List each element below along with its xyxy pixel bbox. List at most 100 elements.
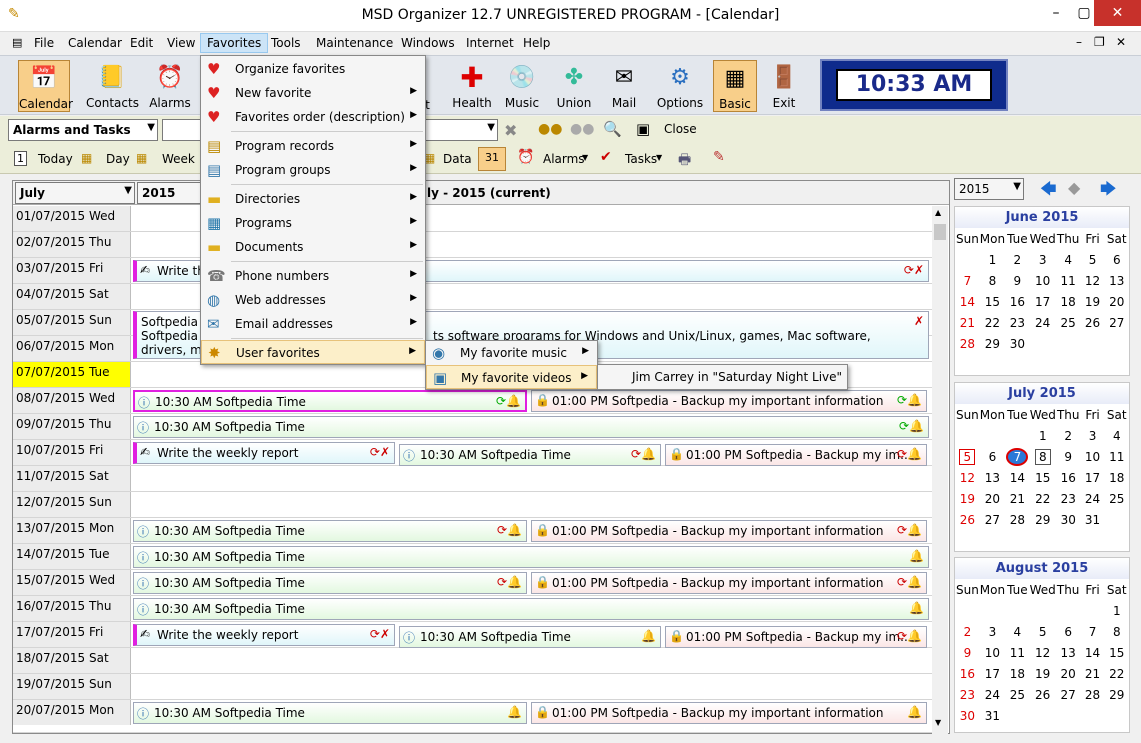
menu-my-favorite-videos[interactable]: ▣ My favorite videos ▶	[426, 365, 597, 389]
mdi-restore-button[interactable]: ❐	[1094, 35, 1105, 49]
menu-email-addresses[interactable]: ✉ Email addresses ▶	[201, 312, 425, 336]
alarm-item[interactable]: ⓘ 10:30 AM Softpedia Time 🔔	[133, 702, 527, 724]
week-button[interactable]: Week	[162, 152, 195, 166]
alarm-item[interactable]: ⓘ 10:30 AM Softpedia Time ⟳🔔	[133, 520, 527, 542]
day-row[interactable]: 19/07/2015 Sun	[13, 674, 933, 700]
scroll-thumb[interactable]	[934, 224, 946, 240]
menu-user-favorites[interactable]: ✸ User favorites ▶	[201, 340, 425, 364]
menu-organize-favorites[interactable]: ♥ Organize favorites	[201, 57, 425, 81]
union-button[interactable]: ✤ Union	[548, 60, 600, 112]
day-row[interactable]: 04/07/2015 Sat	[13, 284, 933, 310]
day-row[interactable]: 20/07/2015 Mon ⓘ 10:30 AM Softpedia Time 🔔…	[13, 700, 933, 733]
menu-web-addresses[interactable]: ◍ Web addresses ▶	[201, 288, 425, 312]
day-icon[interactable]: ▦	[81, 151, 92, 165]
vertical-scrollbar[interactable]: ▲ ▼	[932, 206, 948, 734]
day-row[interactable]: 08/07/2015 Wed ⓘ 10:30 AM Softpedia Time ⟳…	[13, 388, 933, 414]
day-row[interactable]: 01/07/2015 Wed	[13, 206, 933, 232]
task-item[interactable]: ✍ Write the weekly report ⟳✗	[133, 624, 395, 646]
alarm-item[interactable]: ⓘ 10:30 AM Softpedia Time 🔔	[133, 546, 929, 568]
day-row[interactable]: 18/07/2015 Sat	[13, 648, 933, 674]
day-row[interactable]: 11/07/2015 Sat	[13, 466, 933, 492]
magnifier-icon[interactable]: 🔍	[603, 120, 622, 138]
month-select[interactable]: July ▼	[15, 182, 135, 204]
menu-windows[interactable]: Windows	[401, 36, 455, 50]
today-date[interactable]: 7	[1005, 446, 1030, 467]
edit-icon[interactable]: ✎	[713, 149, 725, 165]
scroll-down-icon[interactable]: ▼	[935, 718, 941, 727]
menu-documents[interactable]: ▬ Documents ▶	[201, 235, 425, 259]
mail-button[interactable]: ✉ Mail	[598, 60, 650, 112]
today-button[interactable]: Today	[38, 152, 73, 166]
calendar-button[interactable]: 📅 Calendar	[18, 60, 73, 112]
day-row[interactable]: 12/07/2015 Sun	[13, 492, 933, 518]
menu-view[interactable]: View	[167, 36, 195, 50]
menu-help[interactable]: Help	[523, 36, 550, 50]
music-button[interactable]: 💿 Music	[496, 60, 548, 112]
exit-button[interactable]: 🚪 Exit	[758, 60, 810, 112]
alarm-item[interactable]: ⓘ 10:30 AM Softpedia Time ⟳🔔	[133, 416, 929, 438]
menu-edit[interactable]: Edit	[130, 36, 153, 50]
alarm-item[interactable]: 🔒 01:00 PM Softpedia - Backup my im... ⟳🔔	[665, 444, 927, 466]
day-row[interactable]: 13/07/2015 Mon ⓘ 10:30 AM Softpedia Time ⟳…	[13, 518, 933, 544]
options-button[interactable]: ⚙ Options	[654, 60, 706, 112]
week-icon[interactable]: ▦	[136, 151, 147, 165]
alarm-item[interactable]: ⓘ 10:30 AM Softpedia Time ⟳🔔	[133, 572, 527, 594]
today-icon[interactable]: 1	[14, 151, 27, 166]
menu-my-favorite-music[interactable]: ◉ My favorite music ▶	[426, 341, 597, 365]
day-row[interactable]: 17/07/2015 Fri ✍ Write the weekly report ⟳…	[13, 622, 933, 648]
next-arrow-icon[interactable]: 🡆	[1100, 178, 1117, 205]
mdi-minimize-button[interactable]: –	[1076, 35, 1082, 49]
contacts-button[interactable]: 📒 Contacts	[86, 60, 139, 112]
day-row[interactable]: 09/07/2015 Thu ⓘ 10:30 AM Softpedia Time ⟳…	[13, 414, 933, 440]
alarm-item[interactable]: 🔒 01:00 PM Softpedia - Backup my importan…	[531, 390, 927, 412]
close-label[interactable]: Close	[664, 122, 697, 136]
data-button[interactable]: Data	[443, 152, 472, 166]
alarm-item[interactable]: ⓘ 10:30 AM Softpedia Time ⟳🔔	[133, 390, 527, 412]
menu-programs[interactable]: ▦ Programs ▶	[201, 211, 425, 235]
day-row[interactable]: 16/07/2015 Thu ⓘ 10:30 AM Softpedia Time 🔔	[13, 596, 933, 622]
day-button[interactable]: Day	[106, 152, 130, 166]
alarm-item[interactable]: ⓘ 10:30 AM Softpedia Time 🔔	[399, 626, 661, 648]
alarm-item[interactable]: ⓘ 10:30 AM Softpedia Time ⟳🔔	[399, 444, 661, 466]
month-view-icon[interactable]: 31	[478, 147, 506, 171]
day-row[interactable]: 15/07/2015 Wed ⓘ 10:30 AM Softpedia Time ⟳…	[13, 570, 933, 596]
menu-tools[interactable]: Tools	[271, 36, 301, 50]
close-window-button[interactable]: ✕	[1094, 0, 1141, 26]
printer-icon[interactable]: 🖶	[678, 149, 691, 173]
menu-calendar[interactable]: Calendar	[68, 36, 122, 50]
task-check-icon[interactable]: ✔	[600, 149, 612, 165]
day-row[interactable]: 02/07/2015 Thu	[13, 232, 933, 258]
menu-video-item[interactable]: Jim Carrey in "Saturday Night Live"	[598, 365, 847, 389]
binoculars-gray-icon[interactable]: ●●	[570, 121, 594, 137]
prev-arrow-icon[interactable]: 🡄	[1040, 178, 1057, 205]
year-select[interactable]: 2015	[137, 182, 201, 204]
alarm-clock-icon[interactable]: ⏰	[517, 149, 534, 165]
close-panel-icon[interactable]: ▣	[636, 120, 650, 138]
basic-button[interactable]: ▦ Basic	[713, 60, 757, 112]
alarms-dropdown[interactable]: Alarms	[543, 152, 585, 166]
menu-internet[interactable]: Internet	[466, 36, 514, 50]
diamond-icon[interactable]: ◆	[1068, 178, 1080, 197]
day-row[interactable]: 03/07/2015 Fri ✍ Write the ⟳✗	[13, 258, 933, 284]
alarm-item[interactable]: ⓘ 10:30 AM Softpedia Time 🔔	[133, 598, 929, 620]
binoculars-icon[interactable]: ●●	[538, 121, 562, 137]
menu-favorites[interactable]: Favorites	[200, 33, 269, 53]
scroll-up-icon[interactable]: ▲	[935, 208, 941, 217]
day-row[interactable]: 10/07/2015 Fri ✍ Write the weekly report ⟳…	[13, 440, 933, 466]
alarm-item[interactable]: 🔒 01:00 PM Softpedia - Backup my importan…	[531, 702, 927, 724]
menu-new-favorite[interactable]: ♥ New favorite ▶	[201, 81, 425, 105]
alarm-item[interactable]: 🔒 01:00 PM Softpedia - Backup my importan…	[531, 520, 927, 542]
tasks-dropdown[interactable]: Tasks	[625, 152, 657, 166]
view-select[interactable]: Alarms and Tasks ▼	[8, 119, 158, 141]
menu-favorites-order[interactable]: ♥ Favorites order (description) ▶	[201, 105, 425, 129]
menu-file[interactable]: File	[34, 36, 54, 50]
menu-phone-numbers[interactable]: ☎ Phone numbers ▶	[201, 264, 425, 288]
menu-directories[interactable]: ▬ Directories ▶	[201, 187, 425, 211]
mdi-close-button[interactable]: ✕	[1116, 35, 1126, 49]
alarm-item[interactable]: 🔒 01:00 PM Softpedia - Backup my importan…	[531, 572, 927, 594]
side-year-select[interactable]: 2015 ▼	[954, 178, 1024, 200]
health-button[interactable]: ✚ Health	[446, 60, 498, 112]
task-item[interactable]: ✍ Write the weekly report ⟳✗	[133, 442, 395, 464]
doc-icon[interactable]: ▤	[12, 36, 22, 49]
menu-program-groups[interactable]: ▤ Program groups ▶	[201, 158, 425, 182]
